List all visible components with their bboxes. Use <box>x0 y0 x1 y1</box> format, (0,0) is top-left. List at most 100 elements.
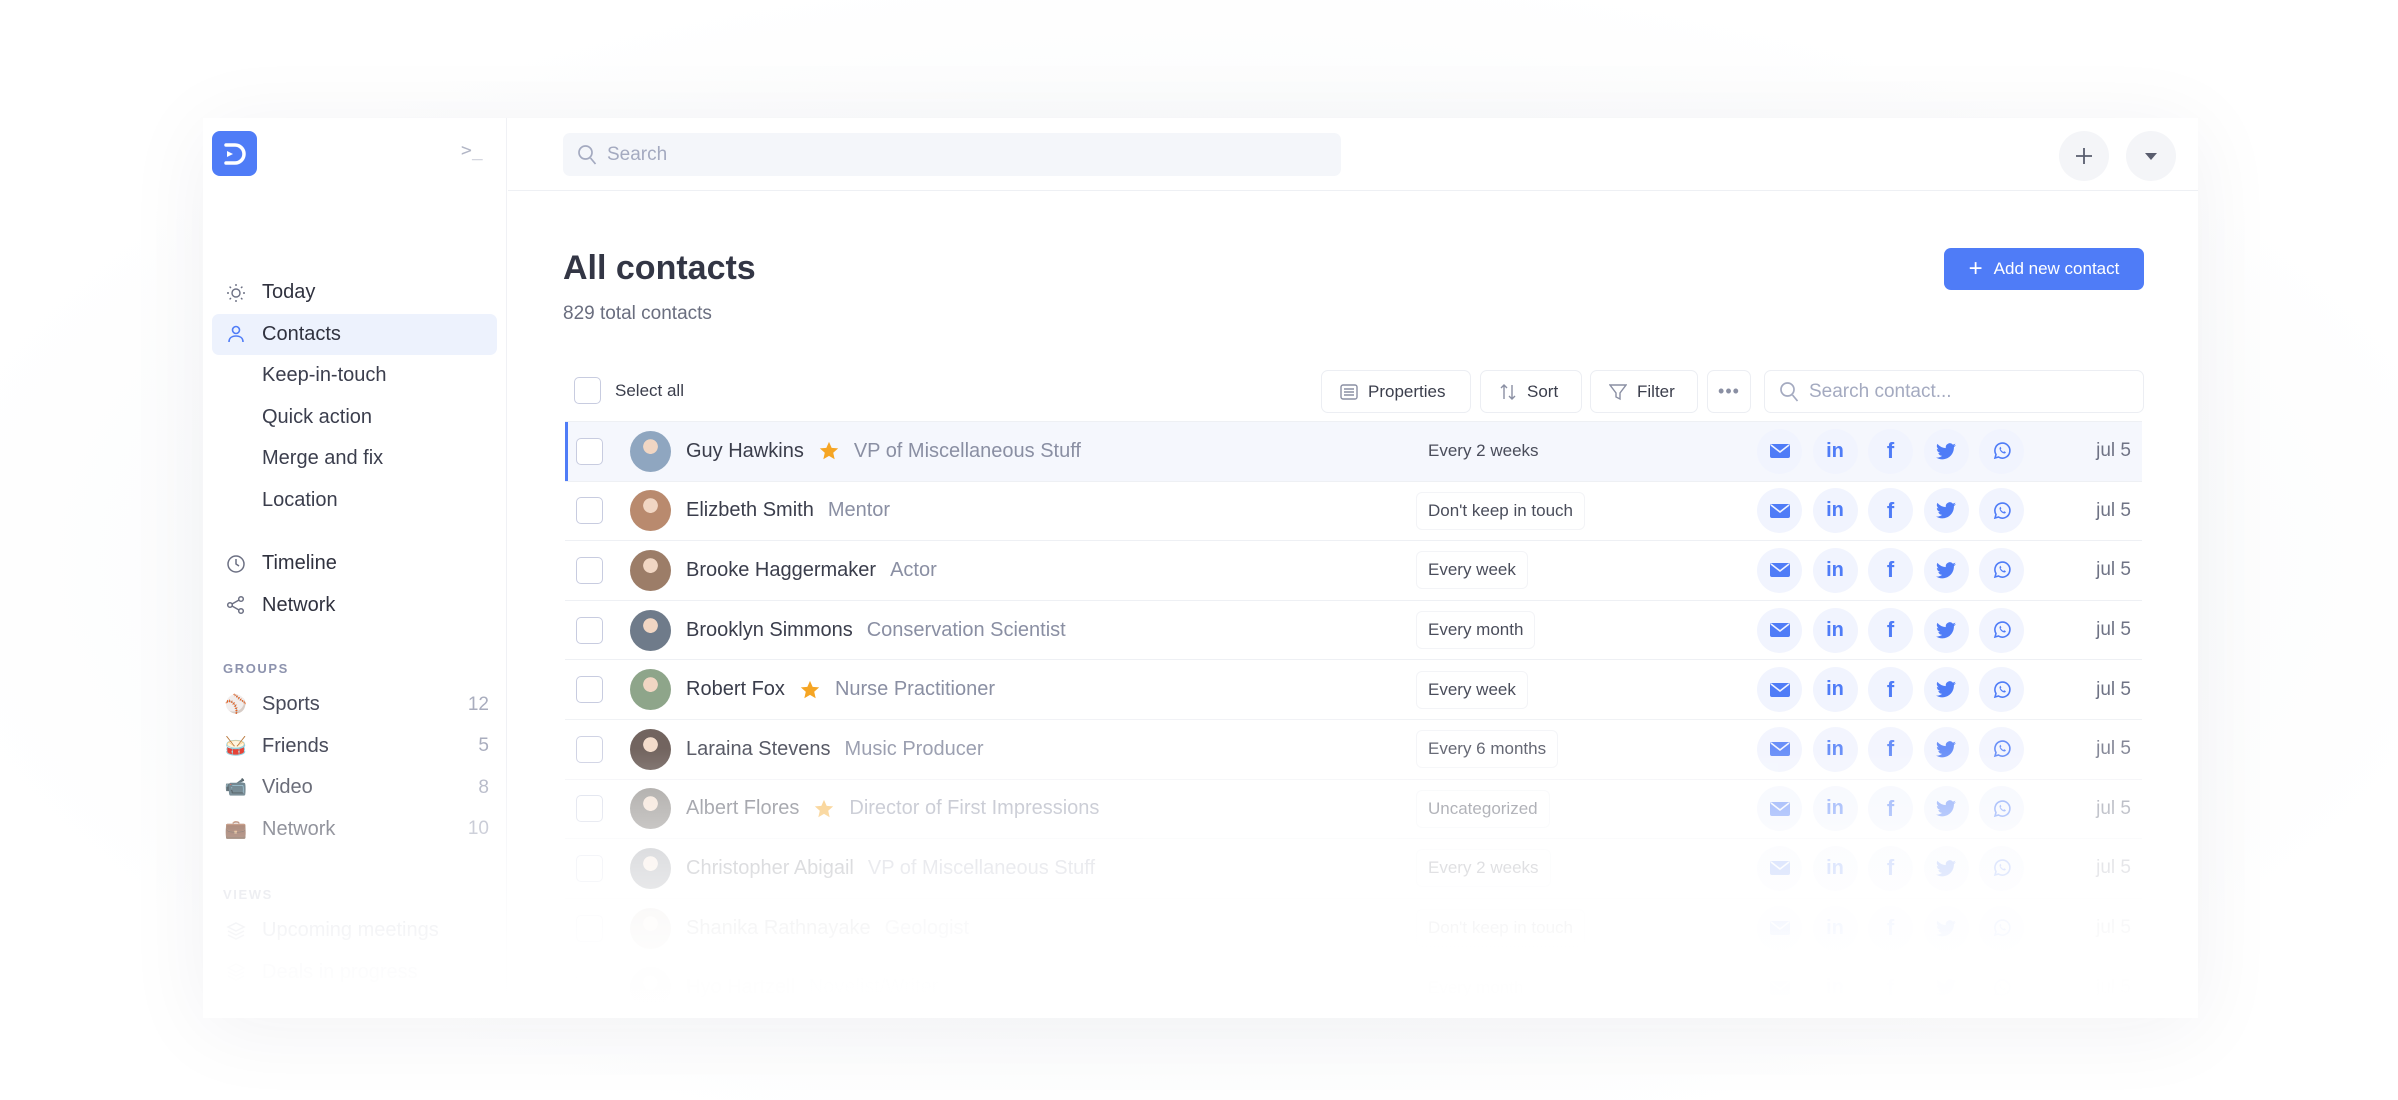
contact-row[interactable]: Brooke Haggermaker Actor Every week in f… <box>565 540 2142 600</box>
sidebar-item-timeline[interactable]: Timeline <box>212 543 497 585</box>
linkedin-icon[interactable]: in <box>1812 845 1858 891</box>
sidebar-item-quick-action[interactable]: Quick action <box>212 397 497 439</box>
select-all[interactable]: Select all <box>574 377 684 404</box>
select-all-checkbox[interactable] <box>574 377 601 404</box>
row-checkbox[interactable] <box>576 676 603 704</box>
contact-name[interactable]: Albert Flores <box>686 797 799 820</box>
facebook-icon[interactable]: f <box>1868 965 1913 1011</box>
sidebar-item-keep-in-touch[interactable]: Keep-in-touch <box>212 355 497 397</box>
mail-icon[interactable] <box>1757 726 1802 772</box>
contact-search-input[interactable] <box>1809 380 2129 403</box>
contact-name[interactable]: Brooke Haggermaker <box>686 559 876 582</box>
avatar[interactable] <box>630 430 671 472</box>
keep-in-touch-frequency[interactable]: Every month <box>1416 611 1536 650</box>
app-logo[interactable] <box>212 131 257 176</box>
sidebar-item-contacts[interactable]: Contacts <box>212 313 497 355</box>
twitter-icon[interactable] <box>1923 726 1969 772</box>
contact-row[interactable]: Robert Fox Nurse Practitioner Every week… <box>565 659 2142 719</box>
whatsapp-icon[interactable] <box>1979 607 2024 653</box>
row-checkbox[interactable] <box>576 914 603 942</box>
whatsapp-icon[interactable] <box>1979 845 2024 891</box>
twitter-icon[interactable] <box>1923 965 1969 1011</box>
twitter-icon[interactable] <box>1923 428 1969 474</box>
properties-button[interactable]: Properties <box>1321 370 1471 413</box>
contact-name[interactable]: Guy Hawkins <box>686 440 804 463</box>
group-item-video[interactable]: 📹 Video 8 <box>212 767 497 809</box>
mail-icon[interactable] <box>1757 786 1802 832</box>
add-new-contact-button[interactable]: + Add new contact <box>1944 248 2144 290</box>
whatsapp-icon[interactable] <box>1979 965 2024 1011</box>
contact-name[interactable]: Shanika Rathnayake <box>686 917 871 940</box>
avatar[interactable] <box>630 490 671 532</box>
twitter-icon[interactable] <box>1923 905 1969 951</box>
sidebar-item-location[interactable]: Location <box>212 480 497 522</box>
contact-row[interactable]: Elizbeth Smith Mentor Don't keep in touc… <box>565 480 2142 541</box>
row-checkbox[interactable] <box>576 616 603 644</box>
facebook-icon[interactable]: f <box>1868 428 1913 474</box>
linkedin-icon[interactable]: in <box>1812 965 1858 1011</box>
keep-in-touch-frequency[interactable]: Every month <box>1416 968 1536 1007</box>
more-options-button[interactable]: ••• <box>1707 370 1751 413</box>
star-icon[interactable] <box>818 440 840 462</box>
sidebar-item-network[interactable]: Network <box>212 585 497 627</box>
mail-icon[interactable] <box>1757 905 1802 951</box>
twitter-icon[interactable] <box>1923 845 1969 891</box>
facebook-icon[interactable]: f <box>1868 905 1913 951</box>
keep-in-touch-frequency[interactable]: Every week <box>1416 551 1528 590</box>
facebook-icon[interactable]: f <box>1868 607 1913 653</box>
contact-name[interactable]: Elizbeth Smith <box>686 499 814 522</box>
mail-icon[interactable] <box>1757 667 1802 713</box>
row-checkbox[interactable] <box>576 497 603 525</box>
mail-icon[interactable] <box>1757 607 1802 653</box>
facebook-icon[interactable]: f <box>1868 786 1913 832</box>
avatar[interactable] <box>630 847 671 889</box>
star-icon[interactable] <box>813 798 835 820</box>
keep-in-touch-frequency[interactable]: Every 2 weeks <box>1416 432 1551 470</box>
facebook-icon[interactable]: f <box>1868 488 1913 534</box>
whatsapp-icon[interactable] <box>1979 428 2024 474</box>
avatar[interactable] <box>630 967 671 1009</box>
row-checkbox[interactable] <box>576 437 603 465</box>
linkedin-icon[interactable]: in <box>1812 547 1858 593</box>
filter-button[interactable]: Filter <box>1590 370 1698 413</box>
group-item-sports[interactable]: ⚾ Sports 12 <box>212 684 497 726</box>
twitter-icon[interactable] <box>1923 607 1969 653</box>
group-item-network[interactable]: 💼 Network 10 <box>212 809 497 851</box>
view-item-upcoming-meetings[interactable]: Upcoming meetings <box>212 910 497 952</box>
linkedin-icon[interactable]: in <box>1812 667 1858 713</box>
contact-name[interactable]: Laraina Stevens <box>686 738 831 761</box>
global-search-input[interactable] <box>607 143 1307 166</box>
linkedin-icon[interactable]: in <box>1812 428 1858 474</box>
twitter-icon[interactable] <box>1923 547 1969 593</box>
mail-icon[interactable] <box>1757 488 1802 534</box>
sidebar-item-merge-and-fix[interactable]: Merge and fix <box>212 438 497 480</box>
linkedin-icon[interactable]: in <box>1812 726 1858 772</box>
keep-in-touch-frequency[interactable]: Every 6 months <box>1416 730 1559 769</box>
avatar[interactable] <box>630 669 671 711</box>
mail-icon[interactable] <box>1757 428 1802 474</box>
row-checkbox[interactable] <box>576 854 603 882</box>
contact-row[interactable]: Brooklyn Simmons Conservation Scientist … <box>565 599 2142 660</box>
contact-row[interactable]: Albert Flores Director of First Impressi… <box>565 778 2142 839</box>
row-checkbox[interactable] <box>576 556 603 584</box>
keep-in-touch-frequency[interactable]: Don't keep in touch <box>1416 909 1586 948</box>
contact-row[interactable]: Guy Hawkins VP of Miscellaneous Stuff Ev… <box>565 421 2142 481</box>
avatar[interactable] <box>630 549 671 591</box>
whatsapp-icon[interactable] <box>1979 488 2024 534</box>
facebook-icon[interactable]: f <box>1868 667 1913 713</box>
keep-in-touch-frequency[interactable]: Don't keep in touch <box>1416 491 1586 530</box>
contact-search[interactable] <box>1764 370 2144 413</box>
global-search[interactable] <box>563 133 1341 176</box>
avatar[interactable] <box>630 609 671 651</box>
keep-in-touch-frequency[interactable]: Uncategorized <box>1416 789 1550 828</box>
facebook-icon[interactable]: f <box>1868 726 1913 772</box>
linkedin-icon[interactable]: in <box>1812 488 1858 534</box>
avatar[interactable] <box>630 907 671 949</box>
mail-icon[interactable] <box>1757 547 1802 593</box>
account-menu-button[interactable] <box>2126 131 2176 181</box>
twitter-icon[interactable] <box>1923 786 1969 832</box>
keep-in-touch-frequency[interactable]: Every week <box>1416 670 1528 709</box>
contact-row[interactable]: Hyo Hartzell Novelist/Writer Every month… <box>565 957 2142 1017</box>
contact-name[interactable]: Hyo Hartzell <box>686 976 795 999</box>
whatsapp-icon[interactable] <box>1979 667 2024 713</box>
